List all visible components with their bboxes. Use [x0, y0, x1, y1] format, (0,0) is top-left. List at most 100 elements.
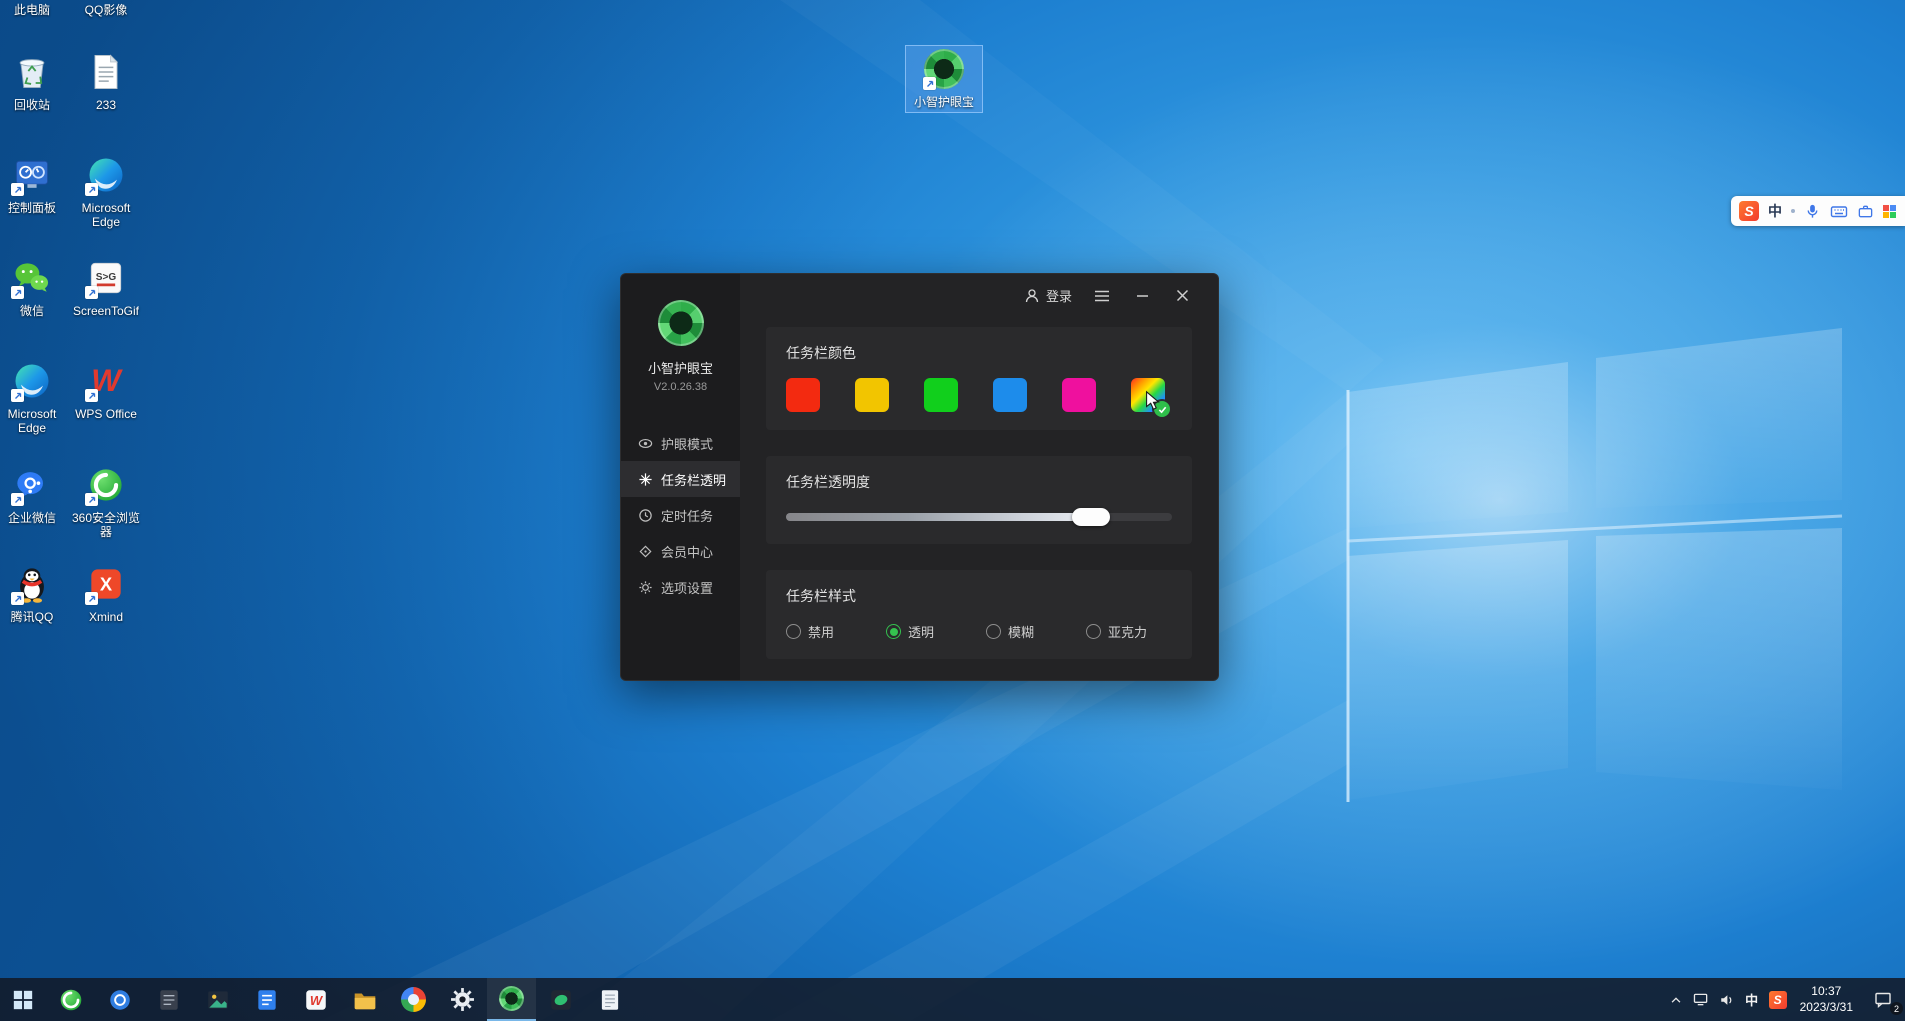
desktop-icon-233-doc[interactable]: 233 [66, 49, 146, 112]
login-label: 登录 [1046, 286, 1072, 305]
360-browser-icon [58, 987, 84, 1013]
color-swatch-yellow[interactable] [855, 378, 889, 412]
desktop-icon-wechat[interactable]: 微信 [0, 255, 72, 318]
hamburger-menu-button[interactable] [1092, 286, 1112, 306]
radio-label: 禁用 [808, 622, 834, 641]
app-menu: 护眼模式 任务栏透明 定时任务 会员中心 选项设置 [621, 425, 740, 605]
desktop-icon-control-panel[interactable]: 控制面板 [0, 152, 72, 215]
desktop-icon-wps[interactable]: W WPS Office [66, 358, 146, 421]
sparkle-icon [638, 472, 653, 487]
wps-icon: W [83, 358, 129, 404]
radio-transparent[interactable]: 透明 [886, 622, 934, 641]
tray-ime-indicator[interactable]: 中 [1744, 978, 1760, 1021]
radio-acrylic[interactable]: 亚克力 [1086, 622, 1147, 641]
desktop-icon-label: WPS Office [75, 407, 137, 421]
taskbar-icon-search[interactable] [95, 978, 144, 1021]
tray-volume-icon[interactable] [1719, 978, 1735, 1021]
wps-icon: W [303, 987, 329, 1013]
shortcut-arrow-icon [11, 493, 24, 506]
toolbox-icon[interactable] [1857, 203, 1874, 220]
desktop-icon-xmind[interactable]: X Xmind [66, 561, 146, 624]
color-swatch-magenta[interactable] [1062, 378, 1096, 412]
mic-icon[interactable] [1804, 203, 1821, 220]
radio-label: 模糊 [1008, 622, 1034, 641]
app-version: V2.0.26.38 [654, 381, 707, 393]
desktop-icon-qq-image[interactable]: QQ影像 [66, 0, 146, 17]
taskbar-icon-notes[interactable] [144, 978, 193, 1021]
desktop-icon-label: ScreenToGif [73, 304, 139, 318]
desktop-icon-recycle-bin[interactable]: 回收站 [0, 49, 72, 112]
desktop-icon-eyecare[interactable]: 小智护眼宝 [906, 46, 982, 112]
taskbar-icon-notepad[interactable] [585, 978, 634, 1021]
eyecare-app-icon [921, 46, 967, 92]
radio-icon [886, 624, 901, 639]
taskbar-icon-eyecare[interactable] [487, 978, 536, 1021]
desktop-icon-edge-2[interactable]: Microsoft Edge [66, 152, 146, 230]
recycle-bin-icon [9, 49, 55, 95]
taskbar-style-card: 任务栏样式 禁用 透明 模糊 [766, 570, 1192, 659]
menu-item-taskbar-transparency[interactable]: 任务栏透明 [621, 461, 740, 497]
radio-label: 亚克力 [1108, 622, 1147, 641]
login-button[interactable]: 登录 [1024, 286, 1072, 305]
close-button[interactable] [1172, 286, 1192, 306]
desktop-icon-label: 回收站 [14, 98, 50, 112]
gear-icon [638, 580, 653, 595]
taskbar-icon-360-browser[interactable] [46, 978, 95, 1021]
eyecare-app-window: 小智护眼宝 V2.0.26.38 护眼模式 任务栏透明 定时任务 会员中心 [620, 273, 1219, 681]
desktop-icon-qq[interactable]: 腾讯QQ [0, 561, 72, 624]
minimize-button[interactable] [1132, 286, 1152, 306]
desktop-icon-360-browser[interactable]: 360安全浏览器 [66, 462, 146, 540]
screentogif-icon: S>G [83, 255, 129, 301]
color-swatch-red[interactable] [786, 378, 820, 412]
eye-icon [638, 436, 653, 451]
folder-icon [352, 987, 378, 1013]
tray-network-icon[interactable] [1693, 978, 1710, 1021]
color-swatch-green[interactable] [924, 378, 958, 412]
shortcut-arrow-icon [85, 286, 98, 299]
tray-clock[interactable]: 10:37 2023/3/31 [1796, 984, 1857, 1015]
color-swatch-blue[interactable] [993, 378, 1027, 412]
keyboard-icon[interactable] [1830, 203, 1848, 220]
taskbar-icon-documents[interactable] [242, 978, 291, 1021]
section-title: 任务栏颜色 [786, 343, 1172, 363]
radio-blur[interactable]: 模糊 [986, 622, 1034, 641]
radio-icon [986, 624, 1001, 639]
action-center-icon[interactable]: 2 [1866, 978, 1900, 1021]
menu-item-eyecare-mode[interactable]: 护眼模式 [621, 425, 740, 461]
app-main: 登录 任务栏颜色 [740, 274, 1218, 680]
taskbar-icon-settings[interactable] [438, 978, 487, 1021]
desktop-icon-screentogif[interactable]: S>G ScreenToGif [66, 255, 146, 318]
document-app-icon [254, 987, 280, 1013]
taskbar-icon-file-explorer[interactable] [340, 978, 389, 1021]
svg-text:X: X [100, 573, 113, 594]
sogou-logo[interactable]: S [1739, 201, 1759, 221]
desktop-icon-this-pc[interactable]: 此电脑 [0, 0, 72, 17]
photos-icon [205, 987, 231, 1013]
search-icon [107, 987, 133, 1013]
shortcut-arrow-icon [85, 389, 98, 402]
menu-item-options[interactable]: 选项设置 [621, 569, 740, 605]
start-button[interactable] [0, 978, 46, 1021]
menu-item-label: 定时任务 [661, 506, 713, 525]
sogou-grid-icon[interactable] [1883, 205, 1896, 218]
tray-chevron-up[interactable] [1668, 978, 1684, 1021]
desktop-icon-wecom[interactable]: 企业微信 [0, 462, 72, 525]
taskbar-icon-browser-colorful[interactable] [389, 978, 438, 1021]
taskbar-icon-wps[interactable]: W [291, 978, 340, 1021]
tray-date: 2023/3/31 [1800, 1000, 1853, 1016]
tray-sogou-icon[interactable]: S [1769, 978, 1787, 1021]
taskbar-icon-image-viewer[interactable] [536, 978, 585, 1021]
sogou-ime-mode[interactable]: 中 [1768, 201, 1782, 221]
desktop-icon-label: 360安全浏览器 [67, 511, 145, 540]
menu-item-member-center[interactable]: 会员中心 [621, 533, 740, 569]
slider-handle[interactable] [1072, 508, 1110, 526]
wechat-icon [9, 255, 55, 301]
taskbar-icon-photos[interactable] [193, 978, 242, 1021]
member-tag-icon [638, 544, 653, 559]
wecom-icon [9, 462, 55, 508]
menu-item-scheduled-tasks[interactable]: 定时任务 [621, 497, 740, 533]
radio-disable[interactable]: 禁用 [786, 622, 834, 641]
desktop-icon-label: 233 [96, 98, 116, 112]
opacity-slider[interactable] [786, 508, 1172, 526]
desktop-icon-edge-1[interactable]: Microsoft Edge [0, 358, 72, 436]
